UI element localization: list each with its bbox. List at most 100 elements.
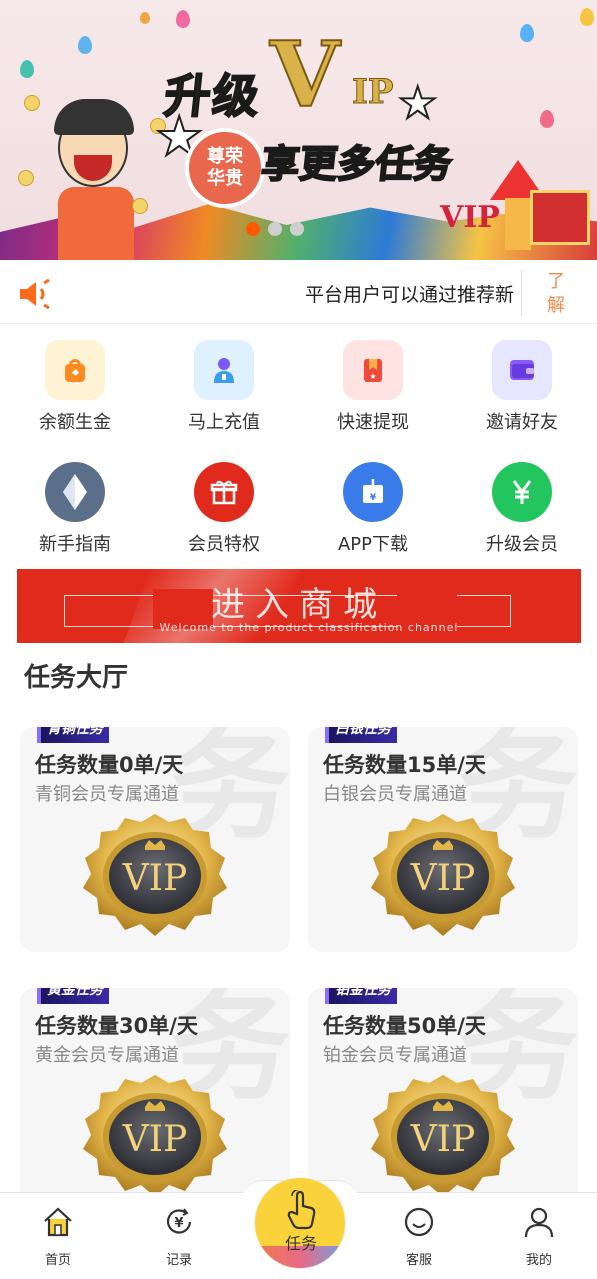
task-tag: 青铜任务 <box>37 727 109 743</box>
gift-icon <box>194 462 254 522</box>
menu-item-invite[interactable]: 邀请好友 <box>447 330 597 434</box>
honor-badge-line2: 华贵 <box>207 168 243 189</box>
task-tag: 白银任务 <box>325 727 397 743</box>
menu-item-upgrade-member[interactable]: 升级会员 <box>447 452 597 556</box>
banner-vip-v: V <box>269 21 341 129</box>
yen-icon <box>492 462 552 522</box>
notice-divider <box>521 270 522 316</box>
records-icon: ¥ <box>166 1208 192 1234</box>
speaker-icon <box>20 279 50 309</box>
mall-subtitle: Welcome to the product classification ch… <box>159 621 459 634</box>
home-icon <box>44 1207 72 1237</box>
enter-mall-banner[interactable]: 进入商城 Welcome to the product classificati… <box>17 569 581 643</box>
wallet-bag-icon <box>45 340 105 400</box>
star-decoration: ★ <box>397 77 438 130</box>
balloon-decoration <box>580 8 594 26</box>
vip-seal-icon: VIP <box>83 1075 227 1197</box>
banner-title: 升级 <box>161 68 265 124</box>
menu-item-withdraw[interactable]: ★ 快速提现 <box>298 330 448 434</box>
task-count: 任务数量15单/天 <box>323 753 486 777</box>
task-desc: 黄金会员专属通道 <box>35 1045 179 1066</box>
vip-seal-icon: VIP <box>371 1075 515 1197</box>
svg-text:★: ★ <box>369 372 376 381</box>
task-card-bronze[interactable]: 务 青铜任务 任务数量0单/天 青铜会员专属通道 VIP <box>20 727 290 952</box>
carousel-dot[interactable] <box>290 222 304 236</box>
menu-label: 马上充值 <box>188 412 260 433</box>
tab-label: 客服 <box>405 1253 432 1268</box>
gift-box-decoration <box>530 190 590 245</box>
balloon-decoration <box>78 36 92 54</box>
withdraw-icon: ★ <box>343 340 403 400</box>
vip-seal-icon: VIP <box>371 814 515 936</box>
menu-label: 快速提现 <box>337 412 409 433</box>
section-title: 任务大厅 <box>24 663 129 693</box>
carousel-dot[interactable] <box>268 222 282 236</box>
learn-more-link[interactable]: 了解 <box>541 270 571 318</box>
coin-icon <box>24 95 40 111</box>
task-card-gold[interactable]: 务 黄金任务 任务数量30单/天 黄金会员专属通道 VIP <box>20 988 290 1213</box>
honor-badge: 尊荣 华贵 <box>185 128 265 208</box>
cheering-man-illustration <box>40 95 150 260</box>
notice-text: 平台用户可以通过推荐新 <box>305 284 515 306</box>
balloon-decoration <box>520 24 534 42</box>
tab-label: 我的 <box>525 1253 552 1268</box>
task-count: 任务数量50单/天 <box>323 1014 486 1038</box>
menu-item-recharge[interactable]: 马上充值 <box>149 330 299 434</box>
tab-tasks[interactable]: 任务 <box>254 1177 346 1269</box>
task-count: 任务数量0单/天 <box>35 753 184 777</box>
task-tag: 铂金任务 <box>325 988 397 1004</box>
balloon-decoration <box>140 12 150 24</box>
svg-text:¥: ¥ <box>174 1216 183 1231</box>
task-desc: 白银会员专属通道 <box>323 784 467 805</box>
menu-item-member-privilege[interactable]: 会员特权 <box>149 452 299 556</box>
menu-item-guide[interactable]: 新手指南 <box>0 452 150 556</box>
task-tag: 黄金任务 <box>37 988 109 1004</box>
menu-label: 邀请好友 <box>486 412 558 433</box>
balloon-decoration <box>20 60 34 78</box>
tap-hand-icon <box>287 1190 316 1230</box>
balloon-decoration <box>540 110 554 128</box>
vip-seal-text: VIP <box>122 858 187 899</box>
mall-title: 进入商城 <box>211 585 387 625</box>
up-arrow-decoration <box>505 198 531 250</box>
banner-subtitle: 享更多任务 <box>258 141 455 187</box>
vip-seal-icon: VIP <box>83 814 227 936</box>
download-icon: ¥ <box>343 462 403 522</box>
menu-item-app-download[interactable]: ¥ APP下载 <box>298 452 448 556</box>
promo-banner[interactable]: ★ ★ V IP 升级 尊荣 华贵 享更多任务 VIP <box>0 0 597 260</box>
svg-text:¥: ¥ <box>370 493 377 503</box>
card-icon <box>492 340 552 400</box>
diamond-icon <box>45 462 105 522</box>
tab-label: 任务 <box>284 1234 317 1253</box>
banner-small-vip: VIP <box>440 200 500 235</box>
tab-service[interactable]: 客服 <box>379 1205 459 1268</box>
honor-badge-line1: 尊荣 <box>207 146 243 167</box>
tab-home[interactable]: 首页 <box>18 1205 98 1268</box>
menu-label: 升级会员 <box>486 534 558 555</box>
tab-mine[interactable]: 我的 <box>499 1205 579 1268</box>
user-icon <box>524 1207 554 1238</box>
customer-service-icon <box>404 1207 434 1237</box>
task-card-platinum[interactable]: 务 铂金任务 任务数量50单/天 铂金会员专属通道 VIP <box>308 988 578 1213</box>
menu-label: APP下载 <box>337 534 409 555</box>
menu-item-balance-gold[interactable]: 余额生金 <box>0 330 150 434</box>
menu-label: 会员特权 <box>188 534 260 555</box>
vip-seal-text: VIP <box>122 1119 187 1160</box>
task-card-silver[interactable]: 务 白银任务 任务数量15单/天 白银会员专属通道 VIP <box>308 727 578 952</box>
vip-seal-text: VIP <box>410 1119 475 1160</box>
carousel-dot[interactable] <box>246 222 260 236</box>
coin-icon <box>132 198 148 214</box>
task-count: 任务数量30单/天 <box>35 1014 198 1038</box>
banner-vip-ip: IP <box>351 72 394 113</box>
coin-icon <box>18 170 34 186</box>
tab-records[interactable]: ¥ 记录 <box>139 1205 219 1268</box>
menu-label: 余额生金 <box>39 412 111 433</box>
task-desc: 铂金会员专属通道 <box>323 1045 467 1066</box>
vip-seal-text: VIP <box>410 858 475 899</box>
recharge-icon <box>194 340 254 400</box>
menu-label: 新手指南 <box>39 534 111 555</box>
task-desc: 青铜会员专属通道 <box>35 784 179 805</box>
notice-bar: 平台用户可以通过推荐新 了解 <box>0 262 597 324</box>
carousel-indicator <box>246 222 304 236</box>
balloon-decoration <box>176 10 190 28</box>
